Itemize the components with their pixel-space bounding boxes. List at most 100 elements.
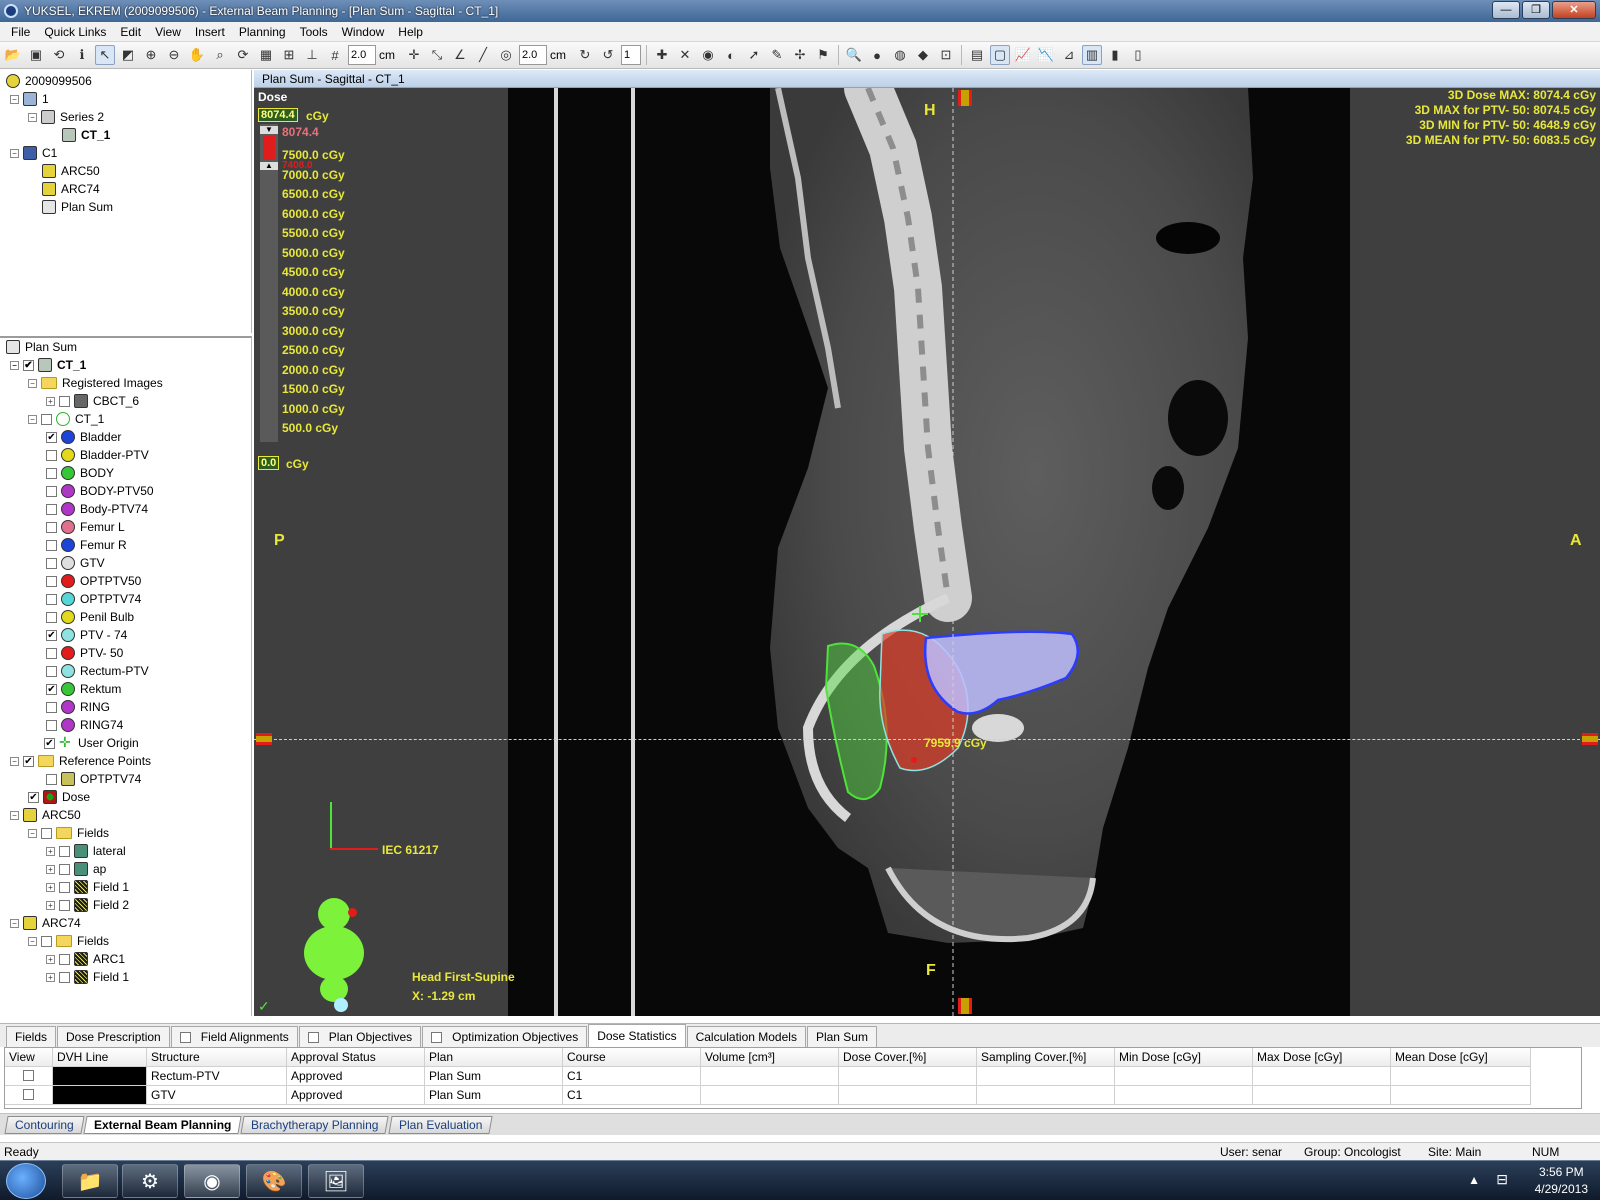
column-header[interactable]: Approval Status	[287, 1048, 425, 1067]
structure-node[interactable]: Body-PTV74	[46, 500, 148, 518]
patient-node[interactable]: 2009099506	[6, 72, 92, 90]
column-header[interactable]: Plan	[425, 1048, 563, 1067]
arc74-node[interactable]: − ARC74	[10, 914, 81, 932]
field-node[interactable]: + Field 1	[46, 968, 129, 986]
structure-checkbox[interactable]	[46, 539, 57, 551]
structure-checkbox[interactable]	[46, 575, 57, 587]
move-origin-icon[interactable]: ✛	[404, 45, 424, 65]
column-header[interactable]: Sampling Cover.[%]	[977, 1048, 1115, 1067]
structure-node[interactable]: PTV- 50	[46, 644, 123, 662]
structure-checkbox[interactable]	[46, 647, 57, 659]
beam-eye-icon[interactable]: ◐	[721, 45, 741, 65]
grid-toggle-icon[interactable]: ⊞	[279, 45, 299, 65]
field-node[interactable]: + lateral	[46, 842, 126, 860]
arc74-fields-node[interactable]: − Fields	[28, 932, 109, 950]
structure-set-checkbox[interactable]	[41, 413, 52, 425]
expand-icon[interactable]: +	[46, 954, 55, 964]
user-origin-checkbox[interactable]: ✔	[44, 737, 55, 749]
layout-2-icon[interactable]: ▢	[990, 45, 1010, 65]
crosshair-icon[interactable]: ✕	[675, 45, 695, 65]
menu-help[interactable]: Help	[391, 25, 430, 39]
zoom-out-icon[interactable]: ⊖	[164, 45, 184, 65]
field-node[interactable]: + Field 1	[46, 878, 129, 896]
grid-lines-icon[interactable]: #	[325, 45, 345, 65]
workspace-tab-external-beam[interactable]: External Beam Planning	[83, 1115, 242, 1134]
structure-node[interactable]: ✔ Rektum	[46, 680, 121, 698]
structure-checkbox[interactable]: ✔	[46, 431, 57, 443]
isocenter-icon[interactable]: ✚	[652, 45, 672, 65]
zoom-in-icon[interactable]: ⊕	[141, 45, 161, 65]
menu-planning[interactable]: Planning	[232, 25, 293, 39]
plan-sum-node[interactable]: Plan Sum	[42, 198, 113, 216]
cbct-checkbox[interactable]	[59, 395, 70, 407]
pan-hand-icon[interactable]: ✋	[187, 45, 207, 65]
reference-points-checkbox[interactable]: ✔	[23, 755, 34, 767]
collapse-icon[interactable]: −	[10, 810, 19, 820]
collapse-icon[interactable]: −	[28, 378, 37, 388]
menu-tools[interactable]: Tools	[293, 25, 335, 39]
expand-icon[interactable]: +	[46, 864, 55, 874]
tab-checkbox[interactable]	[179, 1031, 191, 1043]
explorer-taskbar-icon[interactable]: 📁	[62, 1164, 118, 1198]
study-node[interactable]: −1	[10, 90, 49, 108]
structure-node[interactable]: Femur L	[46, 518, 125, 536]
column-header[interactable]: Max Dose [cGy]	[1253, 1048, 1391, 1067]
workspace-tab-plan-evaluation[interactable]: Plan Evaluation	[387, 1115, 493, 1134]
open-icon[interactable]: 📂	[3, 45, 23, 65]
table-cell[interactable]	[5, 1086, 53, 1105]
column-header[interactable]: Volume [cm³]	[701, 1048, 839, 1067]
structure-checkbox[interactable]	[46, 557, 57, 569]
menu-view[interactable]: View	[148, 25, 188, 39]
structure-checkbox[interactable]	[46, 611, 57, 623]
column-header[interactable]: DVH Line	[53, 1048, 147, 1067]
globe-icon[interactable]: ◍	[890, 45, 910, 65]
structure-node[interactable]: Rectum-PTV	[46, 662, 149, 680]
structure-checkbox[interactable]	[46, 485, 57, 497]
field-node[interactable]: + ARC1	[46, 950, 125, 968]
structure-node[interactable]: ✔ Bladder	[46, 428, 121, 446]
structure-node[interactable]: OPTPTV74	[46, 590, 141, 608]
add-point-icon[interactable]: ✢	[790, 45, 810, 65]
column-header[interactable]: Min Dose [cGy]	[1115, 1048, 1253, 1067]
line-icon[interactable]: ╱	[473, 45, 493, 65]
plan-sum-root[interactable]: Plan Sum	[6, 338, 77, 356]
ct-checkbox[interactable]: ✔	[23, 359, 34, 371]
slider-up-arrow-icon[interactable]: ▲	[260, 162, 278, 170]
image-viewer[interactable]: Plan Sum - Sagittal - CT_1 Dose 8074.4 c…	[254, 64, 1600, 1016]
tab-optimization-objectives[interactable]: Optimization Objectives	[422, 1026, 588, 1047]
bar-view-icon[interactable]: ▮	[1105, 45, 1125, 65]
structure-checkbox[interactable]: ✔	[46, 683, 57, 695]
eclipse-taskbar-icon[interactable]: ◉	[184, 1164, 240, 1198]
dvh-icon[interactable]: 📈	[1013, 45, 1033, 65]
fit-icon[interactable]: ⊡	[936, 45, 956, 65]
column-header[interactable]: Structure	[147, 1048, 287, 1067]
menu-file[interactable]: File	[4, 25, 37, 39]
structure-node[interactable]: GTV	[46, 554, 105, 572]
column-header[interactable]: Mean Dose [cGy]	[1391, 1048, 1531, 1067]
structure-checkbox[interactable]	[46, 719, 57, 731]
probe-icon[interactable]: ◎	[496, 45, 516, 65]
structure-checkbox[interactable]	[46, 665, 57, 677]
collapse-icon[interactable]: −	[28, 112, 37, 122]
tab-field-alignments[interactable]: Field Alignments	[170, 1026, 298, 1047]
pointer-tool-icon[interactable]: ➚	[744, 45, 764, 65]
menu-window[interactable]: Window	[335, 25, 392, 39]
marker-icon[interactable]: ⚑	[813, 45, 833, 65]
target-icon[interactable]: ◉	[698, 45, 718, 65]
field-checkbox[interactable]	[59, 863, 70, 875]
image-viewer-taskbar-icon[interactable]: 🖼	[308, 1164, 364, 1198]
cbct-node[interactable]: + CBCT_6	[46, 392, 139, 410]
step-size-input[interactable]	[519, 45, 547, 65]
column-header[interactable]: Dose Cover.[%]	[839, 1048, 977, 1067]
fields-checkbox[interactable]	[41, 827, 52, 839]
collapse-icon[interactable]: −	[10, 360, 19, 370]
crosshair-handle-bottom[interactable]	[958, 998, 972, 1014]
gantry-rotate-icon[interactable]: ↻	[575, 45, 595, 65]
ct-image-node[interactable]: CT_1	[62, 126, 110, 144]
structure-checkbox[interactable]	[46, 521, 57, 533]
menu-quick-links[interactable]: Quick Links	[37, 25, 113, 39]
collapse-icon[interactable]: −	[10, 148, 19, 158]
angle-icon[interactable]: ∠	[450, 45, 470, 65]
select-pointer-icon[interactable]: ↖	[95, 45, 115, 65]
crosshair-handle-top[interactable]	[958, 90, 972, 106]
